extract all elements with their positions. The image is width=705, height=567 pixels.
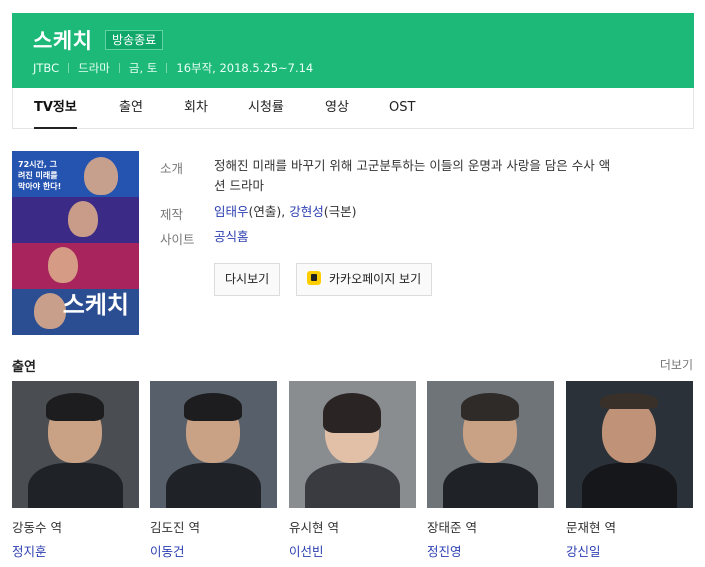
photo-body: [582, 463, 677, 508]
cast-photo[interactable]: [150, 381, 277, 508]
cast-role: 유시현 역: [289, 520, 339, 535]
meta-divider: [166, 63, 168, 73]
poster-face: [34, 293, 66, 329]
cast-actor-link[interactable]: 정지훈: [12, 541, 139, 560]
site-value: 공식홈: [214, 227, 249, 247]
tab-bar: TV정보 출연 회차 시청률 영상 OST: [12, 88, 694, 129]
kakao-page-icon: [307, 271, 321, 285]
photo-hair: [600, 393, 658, 409]
cast-card[interactable]: 강동수 역 정지훈: [12, 381, 139, 560]
cast-actor-link[interactable]: 이선빈: [289, 541, 416, 560]
meta-episodes: 16부작, 2018.5.25~7.14: [176, 61, 314, 75]
photo-hair: [46, 393, 104, 421]
photo-hair: [461, 393, 519, 421]
intro-label: 소개: [160, 161, 184, 176]
photo-body: [28, 463, 123, 508]
cast-role: 문재현 역: [566, 520, 616, 535]
cast-role: 장태준 역: [427, 520, 477, 535]
intro-text-line: 션 드라마: [214, 178, 264, 193]
status-badge: 방송종료: [105, 30, 164, 50]
more-link[interactable]: 더보기: [660, 356, 693, 373]
cast-card[interactable]: 김도진 역 이동건: [150, 381, 277, 560]
meta-genre: 드라마: [78, 61, 110, 75]
kakao-page-label: 카카오페이지 보기: [329, 272, 422, 286]
director-link[interactable]: 임태우: [214, 204, 249, 219]
cast-actor-link[interactable]: 이동건: [150, 541, 277, 560]
intro-text-line: 정해진 미래를 바꾸기 위해 고군분투하는 이들의 운명과 사랑을 담은 수사 …: [214, 158, 611, 173]
cast-photo[interactable]: [12, 381, 139, 508]
cast-role: 강동수 역: [12, 520, 62, 535]
director-role: (연출),: [248, 204, 290, 219]
site-label: 사이트: [160, 232, 195, 247]
photo-hair: [323, 393, 381, 433]
cast-actor-link[interactable]: 정진영: [427, 541, 554, 560]
tab-tv-info[interactable]: TV정보: [34, 88, 77, 129]
cast-role: 김도진 역: [150, 520, 200, 535]
tab-ost[interactable]: OST: [389, 88, 415, 128]
photo-body: [305, 463, 400, 508]
rewatch-button[interactable]: 다시보기: [214, 263, 281, 296]
cast-photo[interactable]: [427, 381, 554, 508]
tab-cast[interactable]: 출연: [119, 88, 143, 128]
program-title[interactable]: 스케치: [33, 25, 92, 55]
cast-card[interactable]: 문재현 역 강신일: [566, 381, 693, 560]
intro-text: 정해진 미래를 바꾸기 위해 고군분투하는 이들의 운명과 사랑을 담은 수사 …: [214, 156, 610, 196]
cast-photo[interactable]: [289, 381, 416, 508]
writer-role: (극본): [323, 204, 357, 219]
kakao-page-button[interactable]: 카카오페이지 보기: [296, 263, 433, 296]
production-value: 임태우(연출), 강현성(극본): [214, 202, 357, 222]
meta-days: 금, 토: [128, 61, 158, 75]
meta-channel: JTBC: [33, 61, 60, 75]
photo-body: [166, 463, 261, 508]
tab-episodes[interactable]: 회차: [184, 88, 208, 128]
poster-tagline: 72시간, 그려진 미래를 막아야 한다!: [18, 160, 62, 191]
cast-photo[interactable]: [566, 381, 693, 508]
cast-section-title: 출연: [12, 360, 36, 375]
tab-video[interactable]: 영상: [325, 88, 349, 128]
writer-link[interactable]: 강현성: [289, 204, 324, 219]
poster-face: [48, 247, 78, 283]
meta-divider: [118, 63, 120, 73]
poster-face: [84, 157, 118, 195]
poster-title: 스케치: [62, 291, 129, 319]
production-label: 제작: [160, 207, 184, 222]
program-meta: JTBC 드라마 금, 토 16부작, 2018.5.25~7.14: [33, 60, 313, 76]
photo-hair: [184, 393, 242, 421]
tab-ratings[interactable]: 시청률: [248, 88, 284, 128]
cast-card[interactable]: 장태준 역 정진영: [427, 381, 554, 560]
cast-card[interactable]: 유시현 역 이선빈: [289, 381, 416, 560]
official-site-link[interactable]: 공식홈: [214, 229, 249, 244]
cast-actor-link[interactable]: 강신일: [566, 541, 693, 560]
meta-divider: [68, 63, 70, 73]
poster-face: [68, 201, 98, 237]
program-header: 스케치 방송종료 JTBC 드라마 금, 토 16부작, 2018.5.25~7…: [12, 13, 694, 88]
photo-body: [443, 463, 538, 508]
program-poster[interactable]: 72시간, 그려진 미래를 막아야 한다! 스케치: [12, 151, 139, 335]
